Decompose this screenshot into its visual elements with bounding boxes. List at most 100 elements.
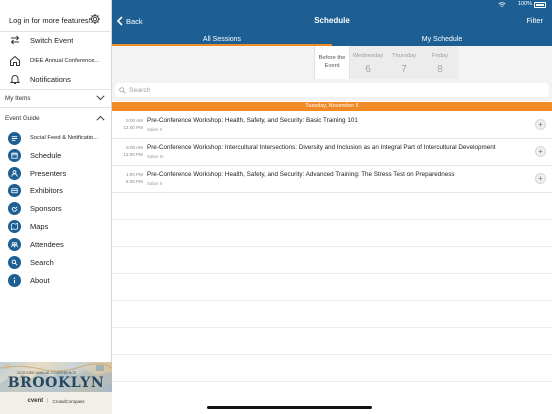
sponsors-icon [8, 201, 21, 215]
presenters-icon [8, 166, 21, 180]
calendar-icon [8, 148, 21, 162]
session-start-time: 1:00 PM [125, 172, 143, 177]
session-end-time: 5:00 PM [125, 179, 143, 184]
sidebar-item-exhibitors[interactable]: Exhibitors [0, 181, 112, 199]
session-end-time: 12:00 PM [123, 152, 143, 157]
cvent-logo: cvent [27, 398, 44, 404]
search-icon [8, 255, 21, 269]
day-number: 6 [365, 64, 371, 75]
gear-icon[interactable] [89, 13, 101, 25]
sidebar-item-label: Notifications [30, 74, 71, 84]
home-indicator[interactable] [207, 406, 372, 409]
search-bar: Search [112, 79, 552, 101]
sidebar-item-notifications[interactable]: Notifications [0, 70, 112, 88]
day-name: Before the Event [318, 55, 346, 69]
sidebar-item-schedule[interactable]: Schedule [0, 146, 112, 164]
empty-row-divider [112, 246, 552, 247]
empty-row-divider [112, 273, 552, 274]
session-title: Pre-Conference Workshop: Intercultural I… [147, 144, 496, 151]
wifi-icon [498, 2, 506, 7]
day-selector: Before the Event Wednesday 6 Thursday 7 … [112, 46, 552, 79]
map-icon [8, 219, 21, 233]
section-event-guide[interactable]: Event Guide [0, 111, 112, 125]
day-number: 8 [437, 64, 443, 75]
filter-button[interactable]: Filter [526, 16, 543, 25]
battery-icon [534, 2, 546, 8]
sidebar-item-attendees[interactable]: Attendees [0, 235, 112, 253]
day-friday[interactable]: Friday 8 [422, 46, 458, 79]
empty-row-divider [112, 219, 552, 220]
session-tabs: All Sessions My Schedule [112, 32, 552, 46]
status-bar: 100% [112, 0, 552, 10]
login-text[interactable]: Log in for more features! [9, 16, 91, 25]
day-name: Wednesday [352, 53, 384, 59]
day-name: Friday [431, 53, 449, 59]
day-name: Thursday [391, 53, 417, 59]
main-panel: 100% Back Schedule Filter All Sessions M… [112, 0, 552, 414]
nav-bar: Back Schedule Filter [112, 10, 552, 32]
search-icon [119, 86, 126, 94]
section-label: My Items [5, 94, 31, 102]
search-input[interactable]: Search [115, 83, 549, 97]
add-to-schedule-button[interactable]: + [535, 119, 546, 130]
sidebar-item-label: Search [30, 257, 54, 267]
sidebar-item-label: About [30, 275, 50, 285]
sidebar-item-label: Presenters [30, 168, 67, 178]
tab-my-schedule[interactable]: My Schedule [332, 32, 552, 46]
sidebar-item-sponsors[interactable]: Sponsors [0, 199, 112, 217]
chevron-down-icon [96, 95, 105, 101]
session-row[interactable]: 9:00 AM 12:00 PM Pre-Conference Workshop… [112, 139, 552, 166]
session-title: Pre-Conference Workshop: Health, Safety,… [147, 171, 455, 178]
empty-row-divider [112, 354, 552, 355]
session-row[interactable]: 1:00 PM 5:00 PM Pre-Conference Workshop:… [112, 166, 552, 193]
empty-row-divider [112, 300, 552, 301]
sidebar-item-event-home[interactable]: DIEE Annual Conference... [0, 52, 112, 70]
sidebar-item-social-feed[interactable]: Social Feed & Notificatio... [0, 129, 112, 147]
sidebar-item-about[interactable]: About [0, 271, 112, 289]
date-section-header: Tuesday, November 5 [112, 102, 552, 111]
session-row[interactable]: 9:00 AM 12:00 PM Pre-Conference Workshop… [112, 112, 552, 139]
sidebar: Log in for more features! Switch Event D… [0, 0, 112, 414]
info-icon [8, 273, 21, 287]
day-wednesday[interactable]: Wednesday 6 [350, 46, 386, 79]
session-start-time: 9:00 AM [126, 118, 143, 123]
banner-logos: cvent | CrowdCompass [0, 396, 112, 406]
page-title: Schedule [314, 16, 350, 25]
login-prompt[interactable]: Log in for more features! [0, 10, 112, 30]
section-my-items[interactable]: My Items [0, 91, 112, 105]
sidebar-item-label: DIEE Annual Conference... [30, 58, 100, 64]
event-banner: 2019 DIEE ANNUAL CONFERENCE BROOKLYN cve… [0, 362, 112, 414]
exhibitors-icon [8, 183, 21, 197]
sidebar-item-label: Sponsors [30, 203, 62, 213]
banner-city: BROOKLYN [7, 375, 105, 391]
add-to-schedule-button[interactable]: + [535, 146, 546, 157]
social-feed-icon [8, 131, 21, 145]
home-icon [8, 55, 21, 68]
back-label: Back [126, 16, 143, 26]
session-start-time: 9:00 AM [126, 145, 143, 150]
section-label: Event Guide [5, 114, 40, 122]
bell-icon [8, 73, 21, 86]
day-before-the-event[interactable]: Before the Event [314, 46, 350, 79]
sidebar-item-switch-event[interactable]: Switch Event [0, 31, 112, 49]
sidebar-item-label: Maps [30, 221, 49, 231]
sidebar-item-maps[interactable]: Maps [0, 217, 112, 235]
session-room: Salon II [147, 127, 163, 132]
session-title: Pre-Conference Workshop: Health, Safety,… [147, 117, 358, 124]
sidebar-item-search[interactable]: Search [0, 253, 112, 271]
chevron-up-icon [96, 115, 105, 121]
sidebar-item-label: Attendees [30, 239, 64, 249]
add-to-schedule-button[interactable]: + [535, 173, 546, 184]
divider [0, 107, 112, 108]
crowdcompass-logo: CrowdCompass [52, 398, 85, 404]
sidebar-item-label: Social Feed & Notificatio... [30, 135, 98, 141]
empty-row-divider [112, 327, 552, 328]
sidebar-item-label: Exhibitors [30, 185, 63, 195]
day-thursday[interactable]: Thursday 7 [386, 46, 422, 79]
session-end-time: 12:00 PM [123, 125, 143, 130]
banner-artwork: 2019 DIEE ANNUAL CONFERENCE BROOKLYN [0, 362, 112, 392]
back-button[interactable]: Back [116, 14, 143, 28]
session-room: Salon II [147, 181, 163, 186]
sidebar-item-presenters[interactable]: Presenters [0, 164, 112, 182]
sidebar-item-label: Switch Event [30, 35, 74, 45]
